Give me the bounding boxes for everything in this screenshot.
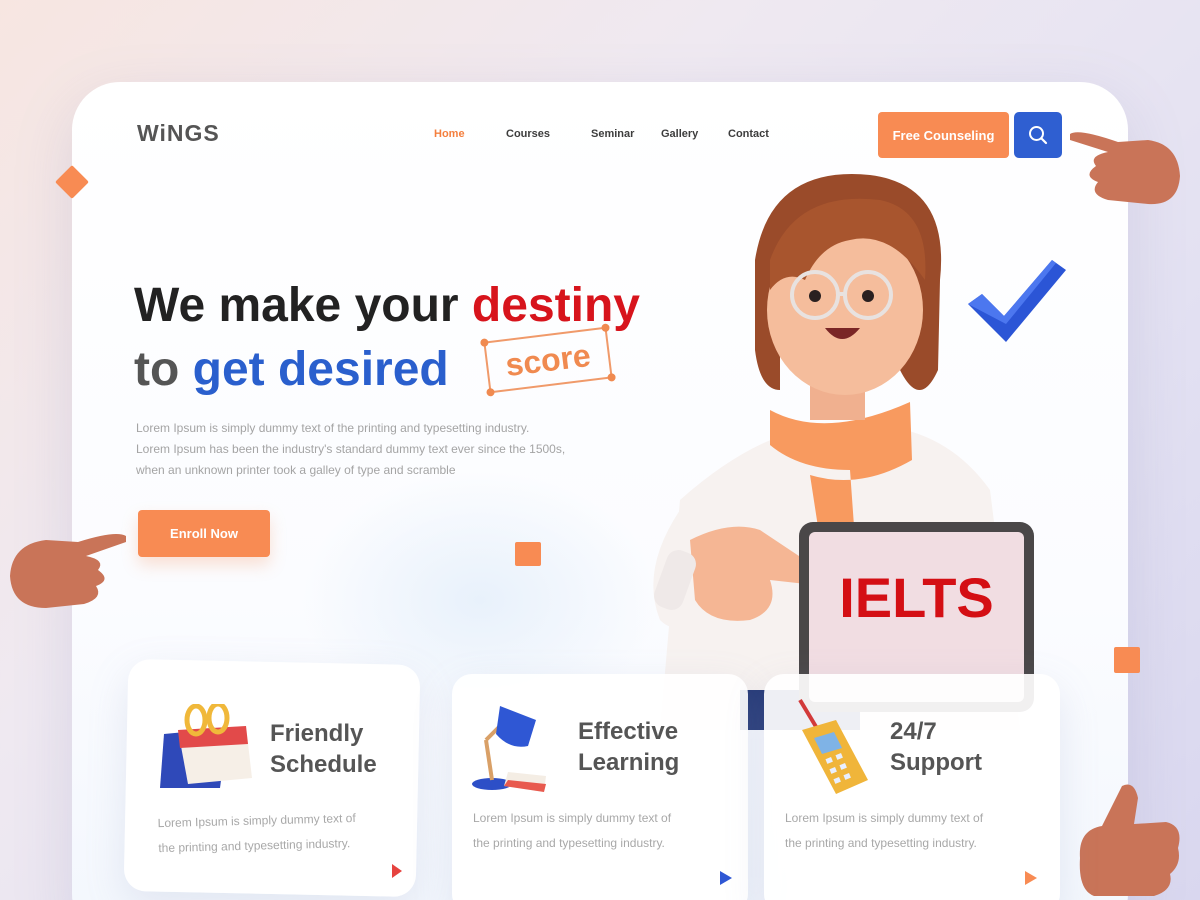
free-counseling-button[interactable]: Free Counseling [878, 112, 1009, 158]
phone-icon [798, 698, 868, 794]
feature-text: Lorem Ipsum is simply dummy text of the … [785, 806, 1025, 856]
enroll-now-label: Enroll Now [170, 526, 238, 541]
feature-text-line: the printing and typesetting industry. [785, 836, 977, 850]
feature-title-line: Friendly [270, 720, 364, 747]
checkmark-icon [968, 260, 1066, 342]
feature-title-line: Support [890, 749, 982, 776]
hero-desc-line: when an unknown printer took a galley of… [136, 463, 456, 477]
enroll-now-button[interactable]: Enroll Now [138, 510, 270, 557]
feature-text: Lorem Ipsum is simply dummy text of the … [157, 805, 398, 861]
feature-title-line: Effective [578, 718, 679, 745]
search-button[interactable] [1014, 112, 1062, 158]
hero-description: Lorem Ipsum is simply dummy text of the … [136, 418, 626, 481]
nav-gallery[interactable]: Gallery [661, 128, 698, 140]
feature-title-line: Schedule [270, 751, 377, 778]
feature-title-line: Learning [578, 749, 680, 776]
search-icon [1029, 126, 1048, 145]
hero-line1-highlight: destiny [471, 279, 640, 332]
feature-text-line: the printing and typesetting industry. [473, 836, 665, 850]
play-icon[interactable] [392, 864, 402, 878]
desk-lamp-icon [472, 706, 546, 792]
feature-text-line: Lorem Ipsum is simply dummy text of [473, 811, 672, 825]
logo[interactable]: WiNGS [137, 120, 220, 147]
logo-text: WiNGS [137, 120, 220, 146]
nav-home[interactable]: Home [434, 128, 465, 140]
nav-seminar[interactable]: Seminar [591, 128, 634, 140]
feature-text: Lorem Ipsum is simply dummy text of the … [473, 806, 713, 856]
thumbs-up-hand-icon [1079, 784, 1180, 896]
play-icon[interactable] [1025, 871, 1037, 885]
score-word: score [503, 336, 593, 383]
play-icon[interactable] [720, 871, 732, 885]
deco-square [1114, 647, 1140, 673]
hero-headline-line2: to get desired [134, 342, 449, 397]
hero-line2-prefix: to [134, 343, 193, 396]
pointing-hand-icon [10, 534, 126, 608]
feature-title: Effective Learning [578, 716, 679, 778]
hero-desc-line: Lorem Ipsum is simply dummy text of the … [136, 421, 530, 435]
nav-contact[interactable]: Contact [728, 128, 769, 140]
nav-courses[interactable]: Courses [506, 128, 550, 140]
hero-line1-prefix: We make your [134, 279, 472, 332]
hero-headline-line1: We make your destiny [134, 278, 640, 333]
hero-desc-line: Lorem Ipsum has been the industry's stan… [136, 442, 566, 456]
hero-line2-highlight: get desired [192, 343, 449, 396]
free-counseling-label: Free Counseling [892, 127, 995, 143]
deco-square [515, 542, 541, 566]
calendar-icon [160, 704, 252, 788]
feature-text-line: Lorem Ipsum is simply dummy text of [785, 811, 984, 825]
feature-title: 24/7 Support [890, 716, 982, 778]
pointing-hand-icon [1070, 132, 1180, 205]
tablet-text: IELTS [839, 565, 994, 629]
feature-title: Friendly Schedule [270, 718, 377, 780]
feature-title-line: 24/7 [890, 718, 937, 745]
